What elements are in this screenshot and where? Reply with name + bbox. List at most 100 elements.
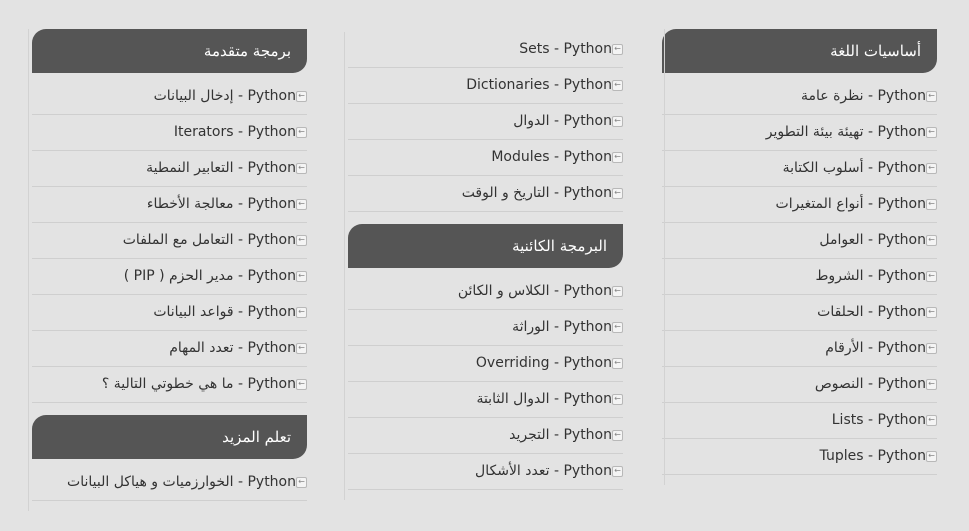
arrow-left-icon: ←: [926, 199, 937, 210]
arrow-left-icon: ←: [926, 307, 937, 318]
arrow-left-icon: ←: [612, 80, 623, 91]
list-item-label[interactable]: Iterators - Python: [174, 115, 296, 150]
list-item[interactable]: ← Python - الكلاس و الكائن: [348, 274, 623, 310]
list-item-label[interactable]: Python - أنواع المتغيرات: [776, 187, 926, 222]
list-item[interactable]: ← Python - تهيئة بيئة التطوير: [662, 115, 937, 151]
arrow-left-icon: ←: [612, 116, 623, 127]
section-header-basics: أساسيات اللغة: [662, 29, 937, 73]
list-item-label[interactable]: Python - الأرقام: [825, 331, 926, 366]
list-item[interactable]: ← Python - التاريخ و الوقت: [348, 176, 623, 212]
list-item-label[interactable]: Lists - Python: [832, 403, 926, 438]
list-item[interactable]: ← Overriding - Python: [348, 346, 623, 382]
list-item[interactable]: ← Python - النصوص: [662, 367, 937, 403]
list-item[interactable]: ← Python - مدير الحزم ( PIP ): [32, 259, 307, 295]
list-item-label[interactable]: Python - الدوال: [513, 104, 612, 139]
arrow-left-icon: ←: [926, 91, 937, 102]
list-item[interactable]: ← Python - الدوال: [348, 104, 623, 140]
list-item-label[interactable]: Python - العوامل: [819, 223, 926, 258]
list-item-label[interactable]: Python - تعدد الأشكال: [475, 454, 612, 489]
list-item[interactable]: ← Python - الدوال الثابتة: [348, 382, 623, 418]
basics-list: ← Python - نظرة عامة ← Python - تهيئة بيئة…: [662, 79, 937, 475]
list-item[interactable]: ← Python - الحلقات: [662, 295, 937, 331]
list-item-label[interactable]: Python - ما هي خطوتي التالية ؟: [102, 367, 296, 402]
list-item[interactable]: ← Python - أنواع المتغيرات: [662, 187, 937, 223]
list-item-label[interactable]: Python - الوراثة: [512, 310, 612, 345]
list-item-label[interactable]: Python - الكلاس و الكائن: [458, 274, 612, 309]
arrow-left-icon: ←: [296, 235, 307, 246]
list-item[interactable]: ← Python - التعامل مع الملفات: [32, 223, 307, 259]
list-item[interactable]: ← Python - تعدد المهام: [32, 331, 307, 367]
list-item-label[interactable]: Python - نظرة عامة: [801, 79, 926, 114]
arrow-left-icon: ←: [926, 235, 937, 246]
list-item-label[interactable]: Tuples - Python: [820, 439, 926, 474]
arrow-left-icon: ←: [612, 188, 623, 199]
arrow-left-icon: ←: [612, 430, 623, 441]
arrow-left-icon: ←: [612, 152, 623, 163]
collections-list: ← Sets - Python ← Dictionaries - Python ← P…: [348, 32, 623, 212]
list-item[interactable]: ← Python - قواعد البيانات: [32, 295, 307, 331]
list-item[interactable]: ← Python - العوامل: [662, 223, 937, 259]
list-item-label[interactable]: Python - الخوارزميات و هياكل البيانات: [67, 465, 296, 500]
section-header-advanced: برمجة متقدمة: [32, 29, 307, 73]
arrow-left-icon: ←: [296, 379, 307, 390]
list-item-label[interactable]: Python - أسلوب الكتابة: [783, 151, 926, 186]
list-item-label[interactable]: Python - التعامل مع الملفات: [123, 223, 296, 258]
list-item-label[interactable]: Python - التاريخ و الوقت: [462, 176, 612, 211]
list-item[interactable]: ← Python - معالجة الأخطاء: [32, 187, 307, 223]
list-item-label[interactable]: Sets - Python: [519, 32, 612, 67]
list-item-label[interactable]: Modules - Python: [491, 140, 612, 175]
list-item-label[interactable]: Python - الشروط: [815, 259, 926, 294]
list-item[interactable]: ← Tuples - Python: [662, 439, 937, 475]
arrow-left-icon: ←: [296, 343, 307, 354]
arrow-left-icon: ←: [926, 415, 937, 426]
list-item-label[interactable]: Python - مدير الحزم ( PIP ): [124, 259, 296, 294]
list-item[interactable]: ← Python - نظرة عامة: [662, 79, 937, 115]
list-item-label[interactable]: Python - إدخال البيانات: [154, 79, 296, 114]
list-item-label[interactable]: Python - تهيئة بيئة التطوير: [766, 115, 926, 150]
arrow-left-icon: ←: [612, 466, 623, 477]
list-item-label[interactable]: Dictionaries - Python: [466, 68, 612, 103]
arrow-left-icon: ←: [296, 477, 307, 488]
advanced-list: ← Python - إدخال البيانات ← Iterators - Py…: [32, 79, 307, 403]
list-item-label[interactable]: Python - الحلقات: [817, 295, 926, 330]
list-item[interactable]: ← Python - التجريد: [348, 418, 623, 454]
column-middle: ← Sets - Python ← Dictionaries - Python ← P…: [344, 32, 623, 500]
list-item[interactable]: ← Python - ما هي خطوتي التالية ؟: [32, 367, 307, 403]
list-item[interactable]: ← Python - أسلوب الكتابة: [662, 151, 937, 187]
section-header-learn-more: تعلم المزيد: [32, 415, 307, 459]
arrow-left-icon: ←: [296, 307, 307, 318]
list-item[interactable]: ← Iterators - Python: [32, 115, 307, 151]
list-item[interactable]: ← Python - الوراثة: [348, 310, 623, 346]
list-item[interactable]: ← Python - إدخال البيانات: [32, 79, 307, 115]
list-item[interactable]: ← Python - الخوارزميات و هياكل البيانات: [32, 465, 307, 501]
list-item[interactable]: ← Modules - Python: [348, 140, 623, 176]
list-item[interactable]: ← Python - الأرقام: [662, 331, 937, 367]
arrow-left-icon: ←: [926, 343, 937, 354]
arrow-left-icon: ←: [612, 394, 623, 405]
column-advanced: برمجة متقدمة ← Python - إدخال البيانات ← I…: [28, 29, 307, 511]
list-item-label[interactable]: Python - التعابير النمطية: [146, 151, 296, 186]
list-item[interactable]: ← Python - تعدد الأشكال: [348, 454, 623, 490]
list-item[interactable]: ← Dictionaries - Python: [348, 68, 623, 104]
list-item[interactable]: ← Python - التعابير النمطية: [32, 151, 307, 187]
list-item-label[interactable]: Python - التجريد: [509, 418, 612, 453]
list-item-label[interactable]: Python - الدوال الثابتة: [476, 382, 612, 417]
list-item[interactable]: ← Python - الشروط: [662, 259, 937, 295]
list-item-label[interactable]: Python - قواعد البيانات: [153, 295, 296, 330]
arrow-left-icon: ←: [296, 163, 307, 174]
column-basics: أساسيات اللغة ← Python - نظرة عامة ← Pytho…: [662, 29, 937, 485]
arrow-left-icon: ←: [612, 358, 623, 369]
list-item-label[interactable]: Overriding - Python: [476, 346, 612, 381]
list-item-label[interactable]: Python - معالجة الأخطاء: [147, 187, 296, 222]
arrow-left-icon: ←: [612, 286, 623, 297]
list-item[interactable]: ← Sets - Python: [348, 32, 623, 68]
arrow-left-icon: ←: [612, 44, 623, 55]
arrow-left-icon: ←: [926, 451, 937, 462]
list-item-label[interactable]: Python - تعدد المهام: [169, 331, 296, 366]
section-header-oop: البرمجة الكائنية: [348, 224, 623, 268]
list-item[interactable]: ← Lists - Python: [662, 403, 937, 439]
arrow-left-icon: ←: [296, 199, 307, 210]
arrow-left-icon: ←: [926, 271, 937, 282]
list-item-label[interactable]: Python - النصوص: [815, 367, 926, 402]
arrow-left-icon: ←: [296, 127, 307, 138]
